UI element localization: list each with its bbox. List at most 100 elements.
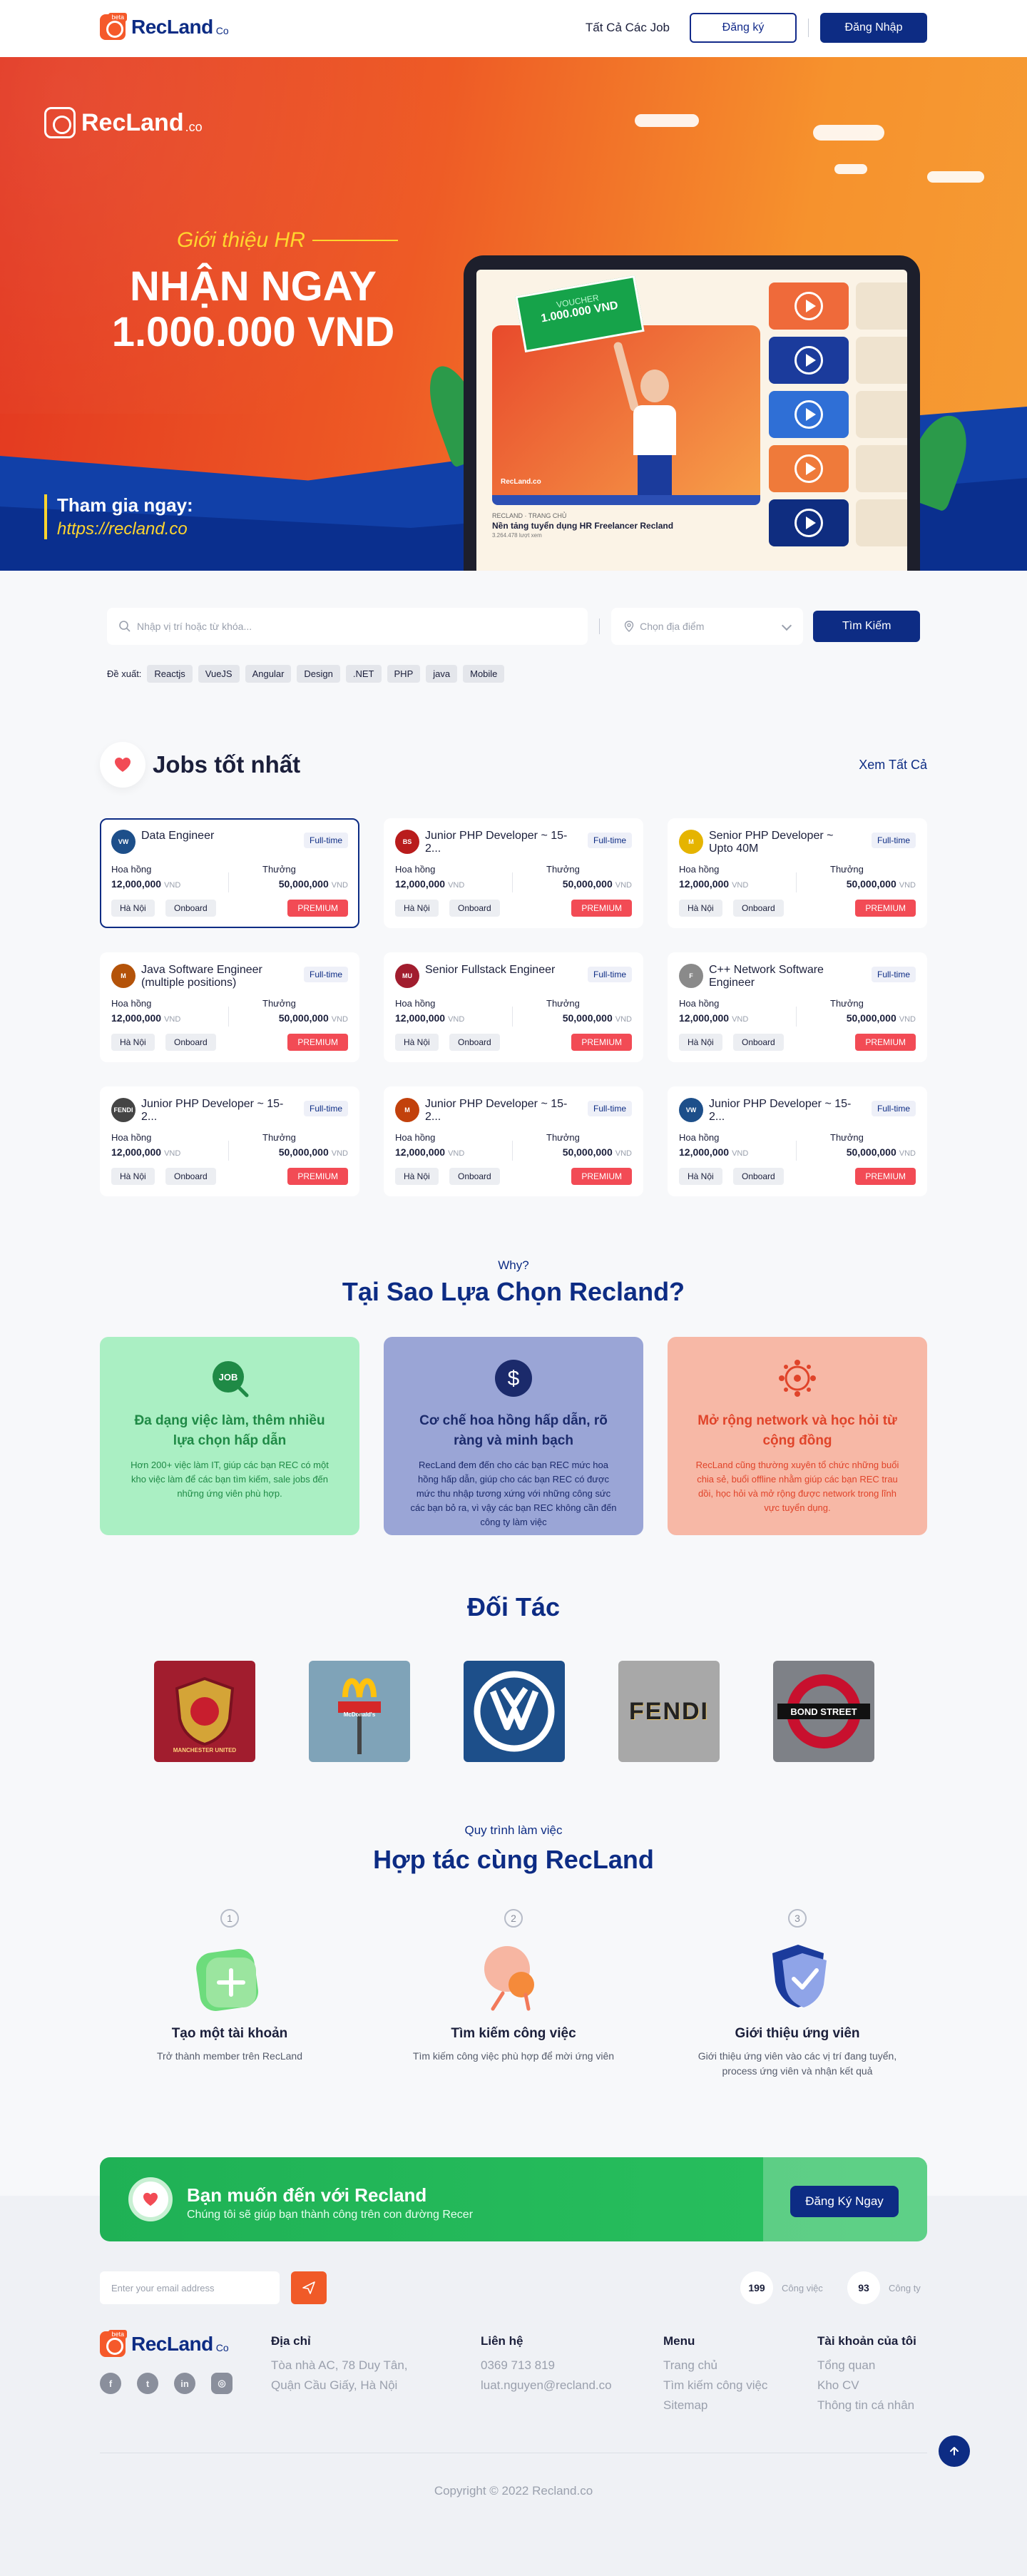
job-title[interactable]: Junior PHP Developer ~ 15-2... xyxy=(425,830,568,855)
linkedin-icon[interactable]: in xyxy=(174,2373,195,2394)
twitter-icon[interactable]: t xyxy=(137,2373,158,2394)
company-logo: M xyxy=(111,964,136,988)
email-link[interactable]: luat.nguyen@recland.co xyxy=(481,2376,612,2396)
hero-join-link[interactable]: https://recland.co xyxy=(57,519,193,539)
video-progress-bar[interactable] xyxy=(492,495,760,505)
facebook-icon[interactable]: f xyxy=(100,2373,121,2394)
bonus-label: Thưởng xyxy=(262,1132,296,1143)
beta-badge: beta xyxy=(108,13,127,21)
see-all-jobs-link[interactable]: Xem Tất Cả xyxy=(859,758,927,773)
location-pin-icon xyxy=(624,621,634,632)
phone-link[interactable]: 0369 713 819 xyxy=(481,2356,612,2376)
fendi-wordmark: FENDI xyxy=(629,1697,709,1725)
top-header: beta RecLand Co Tất Cả Các Job Đăng ký Đ… xyxy=(0,0,1027,57)
bonus-value: 50,000,000 VND xyxy=(846,1146,916,1158)
partner-bond-street[interactable]: BOND STREET xyxy=(773,1661,874,1762)
company-logo: BS xyxy=(395,830,419,854)
send-button[interactable] xyxy=(291,2271,327,2304)
crest-icon xyxy=(175,1676,235,1746)
jobs-grid: VW Data Engineer Full-time Hoa hồng Thưở… xyxy=(100,818,927,1196)
partner-manchester-united[interactable]: MANCHESTER UNITED xyxy=(154,1661,255,1762)
partners-title: Đối Tác xyxy=(466,1592,561,1622)
header-logo[interactable]: beta RecLand Co xyxy=(100,13,229,40)
partner-logos: MANCHESTER UNITED McDonald's FENDI BOND … xyxy=(154,1661,874,1762)
job-card[interactable]: FENDI Junior PHP Developer ~ 15-2... Ful… xyxy=(100,1086,359,1196)
suggestion-chip[interactable]: java xyxy=(426,665,458,683)
menu-link-search[interactable]: Tìm kiếm công việc xyxy=(663,2376,767,2396)
main-nav: Tất Cả Các Job Đăng ký Đăng Nhập xyxy=(586,13,927,43)
job-card[interactable]: M Java Software Engineer (multiple posit… xyxy=(100,952,359,1062)
svg-text:$: $ xyxy=(508,1367,520,1390)
instagram-icon[interactable]: ◎ xyxy=(211,2373,233,2394)
suggestion-chip[interactable]: VueJS xyxy=(198,665,240,683)
footer-logo[interactable]: beta RecLand Co xyxy=(100,2330,229,2357)
search-input[interactable] xyxy=(137,621,565,632)
job-title[interactable]: Junior PHP Developer ~ 15-2... xyxy=(141,1098,284,1124)
location-placeholder: Chọn địa điểm xyxy=(640,621,705,632)
job-card[interactable]: F C++ Network Software Engineer Full-tim… xyxy=(668,952,927,1062)
job-type-badge: Full-time xyxy=(871,833,916,848)
job-type-badge: Full-time xyxy=(587,967,632,982)
partner-volkswagen[interactable] xyxy=(464,1661,565,1762)
play-icon[interactable] xyxy=(769,499,849,546)
job-title[interactable]: Senior Fullstack Engineer xyxy=(425,964,568,977)
search-button[interactable]: Tìm Kiếm xyxy=(813,611,920,642)
nav-all-jobs-link[interactable]: Tất Cả Các Job xyxy=(586,21,670,35)
laptop-illustration: VOUCHER 1.000.000 VND RecLand.co RECLAND… xyxy=(464,255,920,571)
bonus-value: 50,000,000 VND xyxy=(562,1146,632,1158)
job-title[interactable]: Senior PHP Developer ~ Upto 40M xyxy=(709,830,852,855)
jobs-count-stat: 199 Công việc xyxy=(740,2271,823,2304)
search-suggestions: Đề xuất: Reactjs VueJS Angular Design .N… xyxy=(107,665,505,683)
location-select[interactable]: Chọn địa điểm xyxy=(611,608,804,645)
job-title[interactable]: Data Engineer xyxy=(141,830,284,842)
register-now-button[interactable]: Đăng Ký Ngay xyxy=(790,2186,899,2217)
account-link-profile[interactable]: Thông tin cá nhân xyxy=(817,2396,916,2415)
job-title[interactable]: Java Software Engineer (multiple positio… xyxy=(141,964,284,989)
hero-banner[interactable]: RecLand .co Giới thiệu HR NHẬN NGAY 1.00… xyxy=(0,57,1027,571)
why-card: JOB Đa dạng việc làm, thêm nhiều lựa chọ… xyxy=(100,1337,359,1535)
suggestion-chip[interactable]: Angular xyxy=(245,665,292,683)
suggestion-chip[interactable]: .NET xyxy=(345,665,382,683)
play-icon[interactable] xyxy=(769,282,849,330)
job-card[interactable]: VW Data Engineer Full-time Hoa hồng Thưở… xyxy=(100,818,359,928)
job-card[interactable]: M Senior PHP Developer ~ Upto 40M Full-t… xyxy=(668,818,927,928)
menu-link-home[interactable]: Trang chủ xyxy=(663,2356,767,2376)
step-number: 2 xyxy=(504,1909,523,1928)
play-icon[interactable] xyxy=(769,445,849,492)
commission-value: 12,000,000 VND xyxy=(111,1012,181,1024)
job-title[interactable]: Junior PHP Developer ~ 15-2... xyxy=(709,1098,852,1124)
play-icon[interactable] xyxy=(769,391,849,438)
job-card[interactable]: BS Junior PHP Developer ~ 15-2... Full-t… xyxy=(384,818,643,928)
scroll-top-button[interactable] xyxy=(939,2435,970,2467)
account-link-cv[interactable]: Kho CV xyxy=(817,2376,916,2396)
suggestion-chip[interactable]: Reactjs xyxy=(147,665,193,683)
work-mode-tag: Onboard xyxy=(449,1034,500,1051)
job-title[interactable]: C++ Network Software Engineer xyxy=(709,964,852,989)
account-link-overview[interactable]: Tổng quan xyxy=(817,2356,916,2376)
shield-check-icon xyxy=(758,1938,837,2016)
job-card[interactable]: M Junior PHP Developer ~ 15-2... Full-ti… xyxy=(384,1086,643,1196)
commission-label: Hoa hồng xyxy=(679,1132,720,1143)
partner-fendi[interactable]: FENDI xyxy=(618,1661,720,1762)
partner-mcdonalds[interactable]: McDonald's xyxy=(309,1661,410,1762)
commission-label: Hoa hồng xyxy=(395,998,436,1009)
job-card[interactable]: VW Junior PHP Developer ~ 15-2... Full-t… xyxy=(668,1086,927,1196)
premium-badge: PREMIUM xyxy=(571,1034,632,1051)
register-button[interactable]: Đăng ký xyxy=(690,13,797,43)
newsletter-row: 199 Công việc 93 Công ty xyxy=(100,2271,927,2304)
suggestion-chip[interactable]: Mobile xyxy=(463,665,505,683)
commission-value: 12,000,000 VND xyxy=(679,878,749,890)
social-links: f t in ◎ xyxy=(100,2373,233,2394)
person-illustration xyxy=(612,341,698,505)
suggestion-chip[interactable]: Design xyxy=(297,665,340,683)
newsletter-email-input[interactable] xyxy=(100,2271,280,2304)
job-type-badge: Full-time xyxy=(871,967,916,982)
menu-link-sitemap[interactable]: Sitemap xyxy=(663,2396,767,2415)
bonus-label: Thưởng xyxy=(830,1132,864,1143)
job-title[interactable]: Junior PHP Developer ~ 15-2... xyxy=(425,1098,568,1124)
play-icon[interactable] xyxy=(769,337,849,384)
job-card[interactable]: MU Senior Fullstack Engineer Full-time H… xyxy=(384,952,643,1062)
company-logo: VW xyxy=(679,1098,703,1122)
suggestion-chip[interactable]: PHP xyxy=(387,665,421,683)
login-button[interactable]: Đăng Nhập xyxy=(820,13,927,43)
